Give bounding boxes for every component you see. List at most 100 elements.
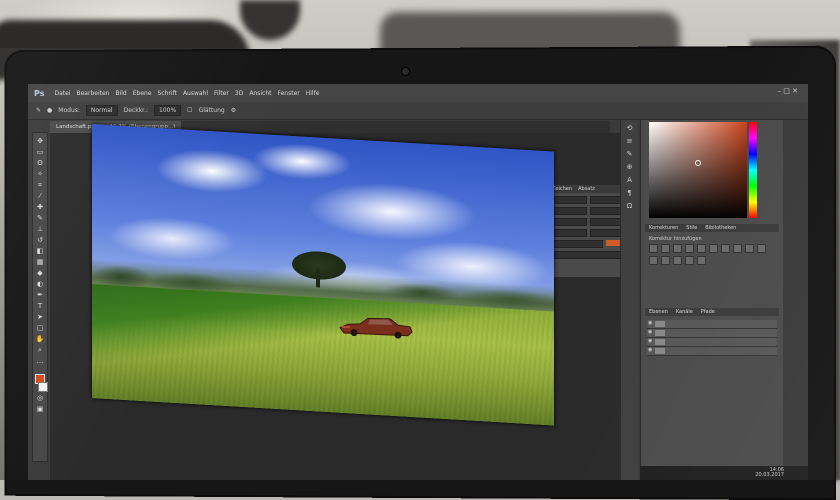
shape-tool-icon[interactable]: ▢ bbox=[36, 324, 45, 333]
menu-bild[interactable]: Bild bbox=[115, 90, 126, 97]
more-tools-icon[interactable]: … bbox=[36, 357, 45, 366]
glyphs-icon[interactable]: Ω bbox=[625, 202, 634, 211]
eye-icon[interactable]: ◉ bbox=[648, 348, 653, 353]
eye-icon[interactable]: ◉ bbox=[648, 339, 653, 344]
black-white-icon[interactable] bbox=[733, 244, 742, 253]
color-picker-cursor[interactable] bbox=[695, 160, 701, 166]
character-panel-tabs: Zeichen Absatz bbox=[548, 185, 628, 193]
color-picker-field[interactable] bbox=[649, 122, 747, 218]
menu-ansicht[interactable]: Ansicht bbox=[249, 90, 271, 97]
tab-kanaele[interactable]: Kanäle bbox=[676, 308, 693, 316]
baseline-shift-input[interactable] bbox=[552, 240, 603, 248]
properties-icon[interactable]: ≡ bbox=[625, 137, 634, 146]
layer-row[interactable]: ◉ bbox=[647, 320, 777, 329]
brush-settings-icon[interactable]: ✎ bbox=[625, 150, 634, 159]
background-color-swatch[interactable] bbox=[38, 382, 48, 392]
tab-pfade[interactable]: Pfade bbox=[701, 308, 715, 316]
blur-tool-icon[interactable]: ◆ bbox=[36, 269, 45, 278]
panel-icon-strip: ⟲ ≡ ✎ ⊕ A ¶ Ω bbox=[620, 120, 638, 480]
layer-row[interactable]: ◉ bbox=[647, 338, 777, 347]
history-icon[interactable]: ⟲ bbox=[625, 124, 634, 133]
font-family-select[interactable] bbox=[552, 196, 587, 204]
horizontal-scale-input[interactable] bbox=[589, 229, 624, 237]
brightness-contrast-icon[interactable] bbox=[649, 244, 658, 253]
hand-tool-icon[interactable]: ✋ bbox=[36, 335, 45, 344]
color-balance-icon[interactable] bbox=[721, 244, 730, 253]
posterize-icon[interactable] bbox=[661, 256, 670, 265]
layer-row[interactable]: ◉ bbox=[647, 347, 777, 356]
brush-icon[interactable]: ✎ bbox=[36, 107, 41, 114]
layer-row[interactable]: ◉ bbox=[647, 329, 777, 338]
lasso-tool-icon[interactable]: ʘ bbox=[36, 159, 45, 168]
screen-mode-icon[interactable]: ▣ bbox=[36, 405, 45, 414]
eyedropper-tool-icon[interactable]: ⁄ bbox=[36, 192, 45, 201]
levels-icon[interactable] bbox=[661, 244, 670, 253]
eye-icon[interactable]: ◉ bbox=[648, 330, 653, 335]
zoom-tool-icon[interactable]: ⌕ bbox=[36, 346, 45, 355]
paragraph-icon[interactable]: ¶ bbox=[625, 189, 634, 198]
tab-korrekturen[interactable]: Korrekturen bbox=[649, 224, 678, 232]
kerning-input[interactable] bbox=[552, 218, 587, 226]
invert-icon[interactable] bbox=[649, 256, 658, 265]
leading-input[interactable] bbox=[589, 207, 624, 215]
menu-ebene[interactable]: Ebene bbox=[133, 90, 152, 97]
tab-stile[interactable]: Stile bbox=[686, 224, 697, 232]
type-tool-icon[interactable]: T bbox=[36, 302, 45, 311]
curves-icon[interactable] bbox=[673, 244, 682, 253]
dodge-tool-icon[interactable]: ◐ bbox=[36, 280, 45, 289]
brush-tool-icon[interactable]: ✎ bbox=[36, 214, 45, 223]
menu-hilfe[interactable]: Hilfe bbox=[306, 90, 320, 97]
selective-color-icon[interactable] bbox=[697, 256, 706, 265]
text-style-buttons[interactable] bbox=[552, 251, 624, 259]
smoothing-checkbox[interactable]: ☐ bbox=[187, 107, 192, 114]
brush-preset-icon[interactable]: ● bbox=[47, 107, 52, 114]
pen-tool-icon[interactable]: ✒ bbox=[36, 291, 45, 300]
tab-bibliotheken[interactable]: Bibliotheken bbox=[705, 224, 736, 232]
marquee-tool-icon[interactable]: ▭ bbox=[36, 148, 45, 157]
stamp-tool-icon[interactable]: ⊥ bbox=[36, 225, 45, 234]
settings-icon[interactable]: ⚙ bbox=[231, 107, 236, 114]
path-select-tool-icon[interactable]: ➤ bbox=[36, 313, 45, 322]
menu-datei[interactable]: Datei bbox=[54, 90, 70, 97]
photo-filter-icon[interactable] bbox=[745, 244, 754, 253]
hue-slider[interactable] bbox=[749, 122, 757, 218]
exposure-icon[interactable] bbox=[685, 244, 694, 253]
eraser-tool-icon[interactable]: ◧ bbox=[36, 247, 45, 256]
quick-select-tool-icon[interactable]: ✧ bbox=[36, 170, 45, 179]
font-size-input[interactable] bbox=[552, 207, 587, 215]
menu-filter[interactable]: Filter bbox=[214, 90, 229, 97]
tab-ebenen[interactable]: Ebenen bbox=[649, 308, 668, 316]
clone-source-icon[interactable]: ⊕ bbox=[625, 163, 634, 172]
quick-mask-icon[interactable]: ◎ bbox=[36, 394, 45, 403]
vibrance-icon[interactable] bbox=[697, 244, 706, 253]
window-controls[interactable]: – □ ✕ bbox=[778, 87, 798, 95]
threshold-icon[interactable] bbox=[673, 256, 682, 265]
canvas-image[interactable] bbox=[92, 124, 554, 426]
mode-select[interactable]: Normal bbox=[85, 105, 118, 116]
history-brush-icon[interactable]: ↺ bbox=[36, 236, 45, 245]
tab-absatz[interactable]: Absatz bbox=[578, 185, 595, 193]
vertical-scale-input[interactable] bbox=[552, 229, 587, 237]
tab-zeichen[interactable]: Zeichen bbox=[552, 185, 572, 193]
adjustment-icons bbox=[649, 244, 769, 265]
crop-tool-icon[interactable]: ⌗ bbox=[36, 181, 45, 190]
menu-fenster[interactable]: Fenster bbox=[277, 90, 299, 97]
gradient-map-icon[interactable] bbox=[685, 256, 694, 265]
hue-saturation-icon[interactable] bbox=[709, 244, 718, 253]
move-tool-icon[interactable]: ✥ bbox=[36, 137, 45, 146]
menu-3d[interactable]: 3D bbox=[235, 90, 243, 97]
adjustments-label: Korrektur hinzufügen bbox=[649, 236, 702, 242]
taskbar-clock[interactable]: 14:06 20.03.2017 bbox=[755, 468, 784, 478]
channel-mixer-icon[interactable] bbox=[757, 244, 766, 253]
windows-taskbar: 14:06 20.03.2017 bbox=[640, 466, 808, 480]
menu-auswahl[interactable]: Auswahl bbox=[183, 90, 208, 97]
tracking-input[interactable] bbox=[589, 218, 624, 226]
gradient-tool-icon[interactable]: ▦ bbox=[36, 258, 45, 267]
font-style-select[interactable] bbox=[589, 196, 624, 204]
eye-icon[interactable]: ◉ bbox=[648, 321, 653, 326]
character-icon[interactable]: A bbox=[625, 176, 634, 185]
menu-bearbeiten[interactable]: Bearbeiten bbox=[77, 90, 110, 97]
healing-tool-icon[interactable]: ✚ bbox=[36, 203, 45, 212]
menu-schrift[interactable]: Schrift bbox=[158, 90, 177, 97]
opacity-input[interactable]: 100% bbox=[154, 105, 182, 116]
